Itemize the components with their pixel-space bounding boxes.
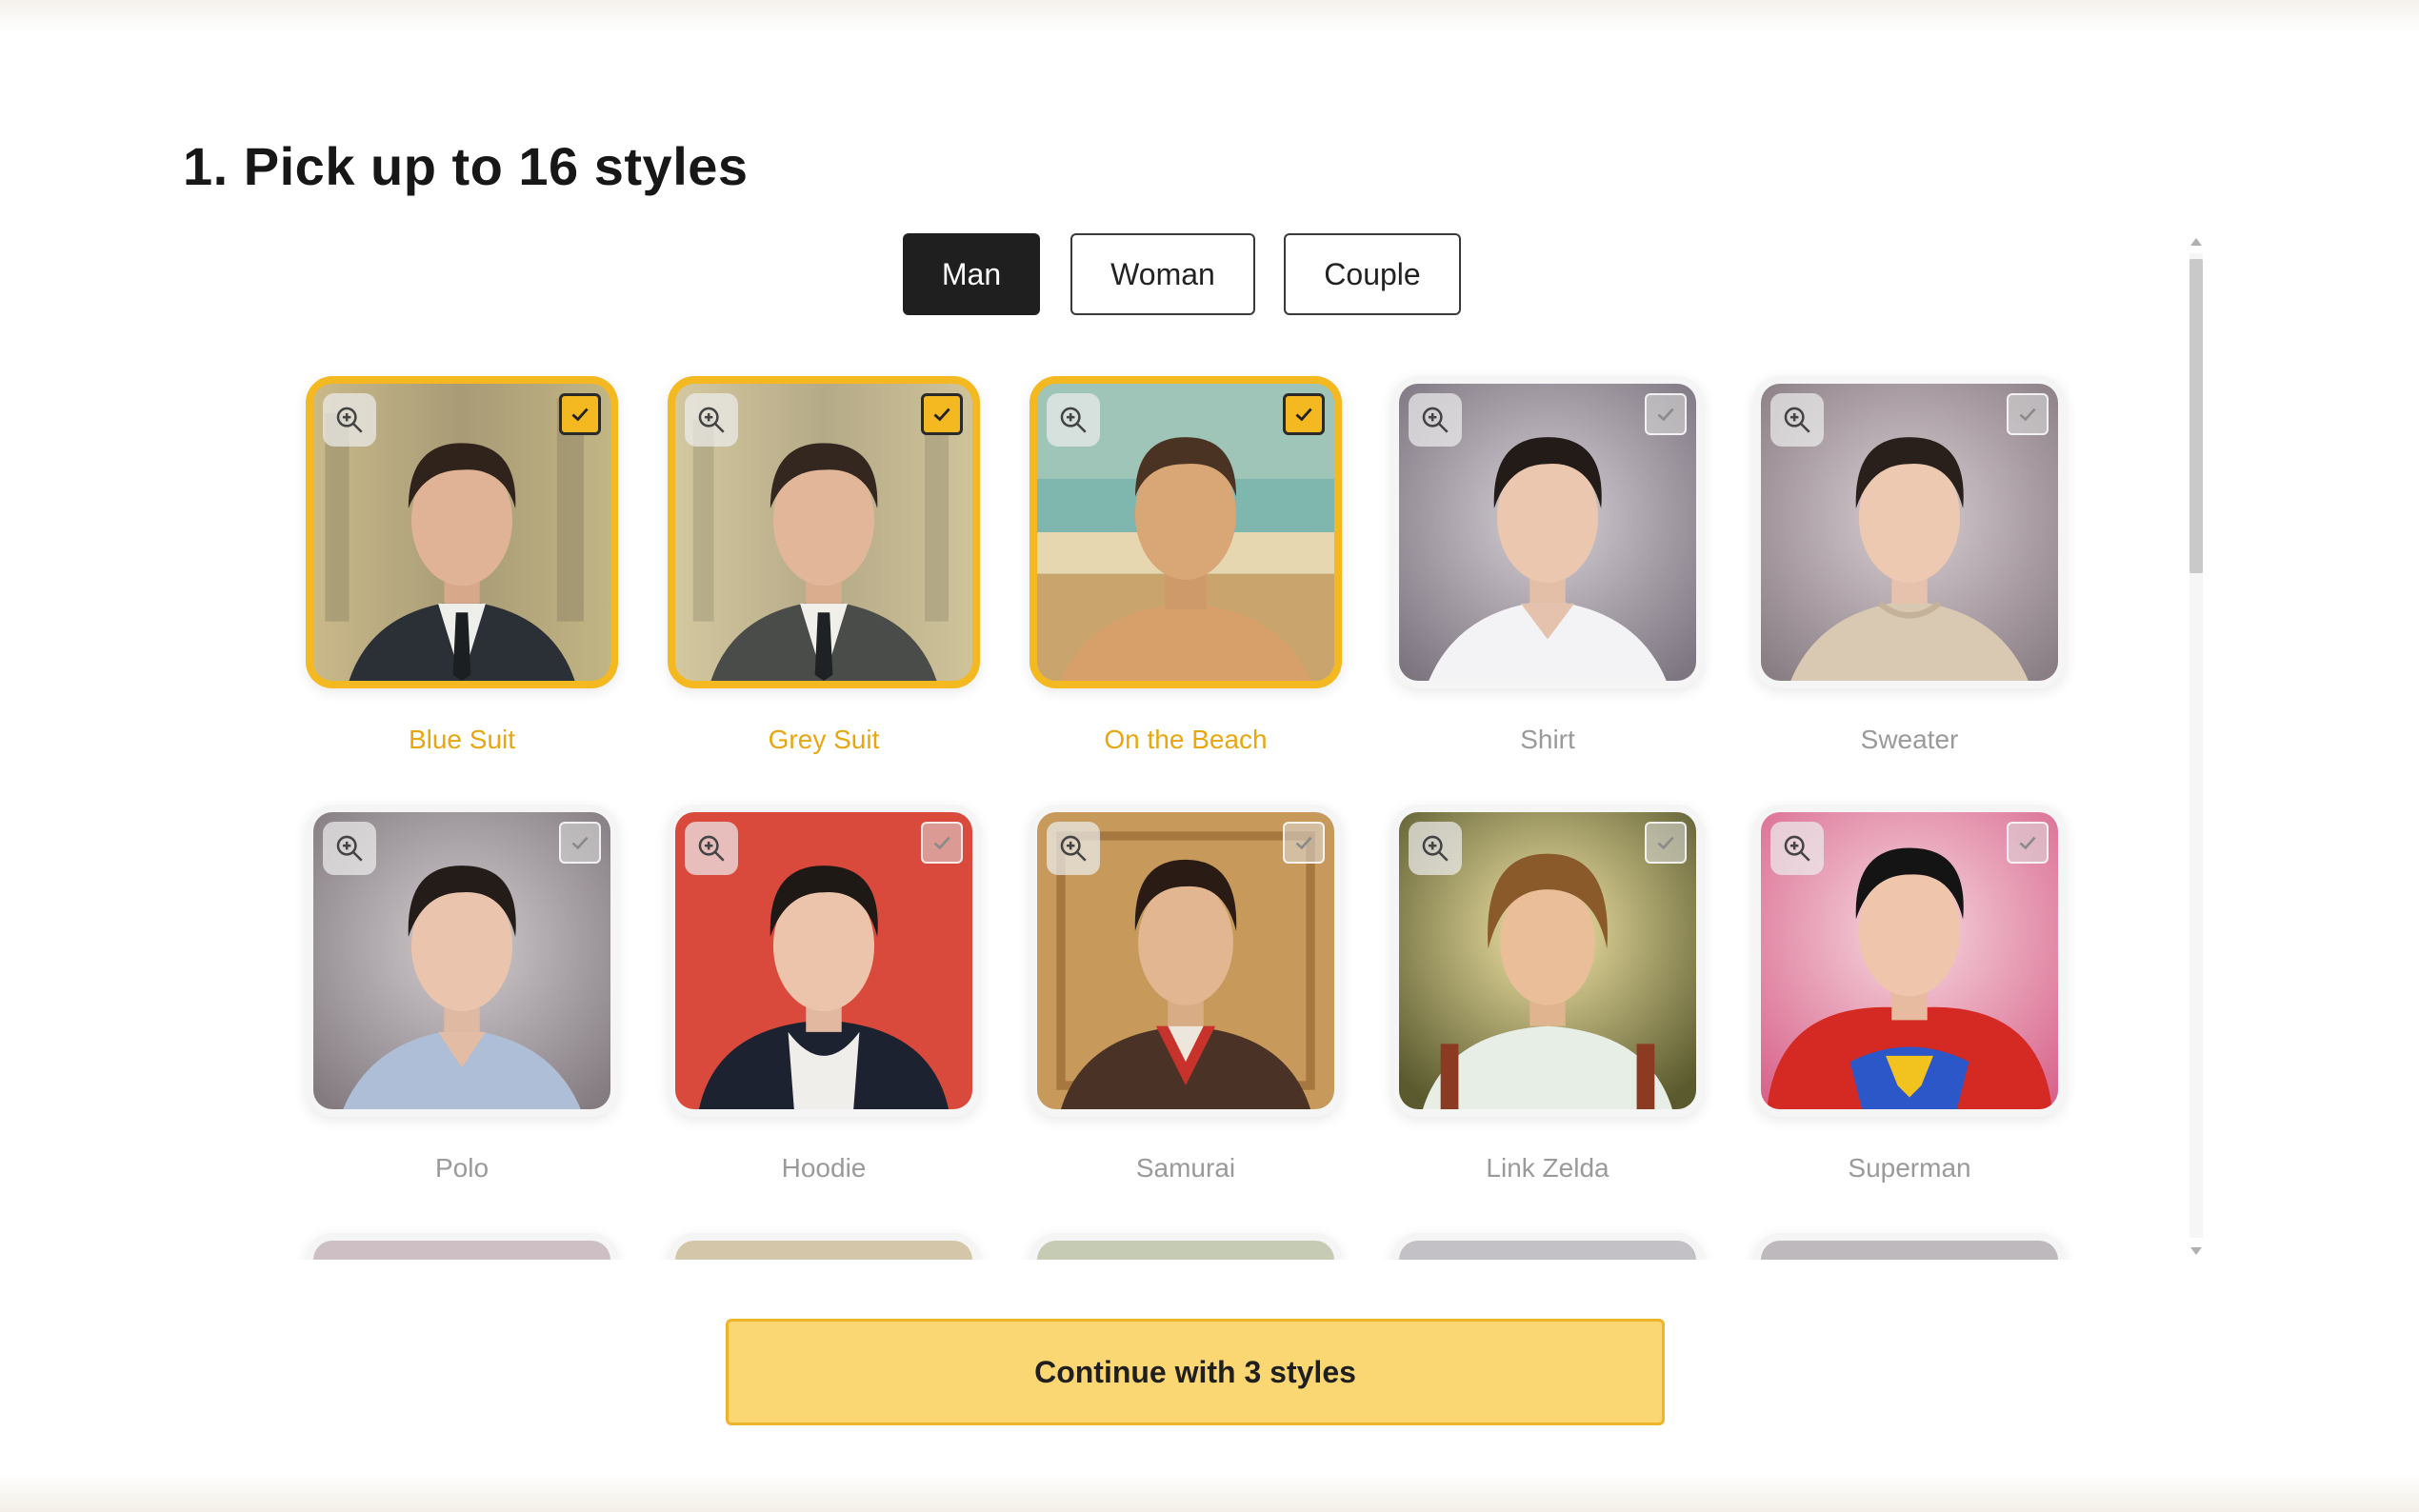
style-label: Superman [1848,1153,1971,1183]
style-thumbnail[interactable] [306,1233,618,1260]
style-thumbnail[interactable] [668,805,980,1117]
select-checkbox[interactable] [1645,822,1687,864]
page-title: 1. Pick up to 16 styles [183,136,749,196]
style-card-blue-suit[interactable]: Blue Suit [296,376,628,755]
zoom-button[interactable] [323,822,376,875]
check-icon [1657,836,1674,850]
scroll-down-icon[interactable] [2190,1247,2202,1255]
zoom-in-icon [1060,407,1087,433]
style-thumbnail[interactable] [1391,1233,1704,1260]
style-thumbnail[interactable] [668,376,980,688]
style-thumbnail[interactable] [1030,1233,1342,1260]
style-label: Blue Suit [408,725,516,754]
style-thumbnail[interactable] [1030,805,1342,1117]
zoom-button[interactable] [1409,822,1462,875]
bottom-fade [0,1474,2419,1512]
select-checkbox[interactable] [921,393,963,435]
tab-man[interactable]: Man [903,233,1040,315]
zoom-button[interactable] [1047,822,1100,875]
style-thumbnail[interactable] [1030,376,1342,688]
style-card-on-the-beach[interactable]: On the Beach [1020,376,1351,755]
styles-grid: Blue Suit Grey Suit On the Beach Shirt S… [276,367,2076,1260]
check-icon [571,408,589,422]
top-fade [0,0,2419,32]
style-card-shirt[interactable]: Shirt [1382,376,1713,755]
zoom-button[interactable] [685,393,738,447]
zoom-button[interactable] [323,393,376,447]
continue-button[interactable]: Continue with 3 styles [726,1319,1665,1425]
style-thumbnail[interactable] [1753,805,2066,1117]
scroll-thumb[interactable] [2189,259,2203,573]
check-icon [1657,408,1674,422]
check-icon [1295,408,1312,422]
zoom-button[interactable] [1047,393,1100,447]
style-thumbnail[interactable] [1391,805,1704,1117]
style-card-link-zelda[interactable]: Link Zelda [1382,805,1713,1184]
style-thumbnail[interactable] [306,805,618,1117]
style-thumbnail[interactable] [1391,376,1704,688]
zoom-in-icon [1784,835,1810,862]
zoom-button[interactable] [1409,393,1462,447]
scrollbar[interactable] [2186,236,2207,1257]
zoom-in-icon [1422,835,1449,862]
select-checkbox[interactable] [2007,393,2049,435]
style-thumbnail[interactable] [1753,376,2066,688]
style-card-row3-3[interactable] [1020,1233,1351,1260]
zoom-in-icon [336,835,363,862]
style-label: Hoodie [781,1153,867,1183]
style-thumbnail[interactable] [1753,1233,2066,1260]
select-checkbox[interactable] [559,822,601,864]
zoom-in-icon [698,407,725,433]
zoom-in-icon [1784,407,1810,433]
zoom-button[interactable] [1770,822,1824,875]
zoom-in-icon [1060,835,1087,862]
select-checkbox[interactable] [1283,822,1325,864]
tab-couple[interactable]: Couple [1284,233,1461,315]
select-checkbox[interactable] [1645,393,1687,435]
portrait-partial [1761,1241,2058,1260]
style-card-grey-suit[interactable]: Grey Suit [658,376,990,755]
check-icon [933,836,950,850]
zoom-in-icon [1422,407,1449,433]
style-card-row3-5[interactable] [1744,1233,2075,1260]
check-icon [2019,408,2036,422]
style-card-polo[interactable]: Polo [296,805,628,1184]
style-label: Shirt [1520,725,1575,754]
style-label: Sweater [1860,725,1959,754]
style-card-row3-4[interactable] [1382,1233,1713,1260]
check-icon [2019,836,2036,850]
zoom-in-icon [336,407,363,433]
style-card-row3-1[interactable] [296,1233,628,1260]
style-label: Samurai [1135,1153,1236,1183]
style-card-row3-2[interactable] [658,1233,990,1260]
check-icon [571,836,589,850]
style-label: On the Beach [1104,725,1268,754]
check-icon [933,408,950,422]
select-checkbox[interactable] [921,822,963,864]
style-card-samurai[interactable]: Samurai [1020,805,1351,1184]
scroll-up-icon[interactable] [2190,238,2202,246]
zoom-button[interactable] [685,822,738,875]
style-label: Grey Suit [768,725,880,754]
check-icon [1295,836,1312,850]
style-card-superman[interactable]: Superman [1744,805,2075,1184]
style-card-sweater[interactable]: Sweater [1744,376,2075,755]
style-card-hoodie[interactable]: Hoodie [658,805,990,1184]
style-thumbnail[interactable] [306,376,618,688]
select-checkbox[interactable] [1283,393,1325,435]
select-checkbox[interactable] [2007,822,2049,864]
select-checkbox[interactable] [559,393,601,435]
style-thumbnail[interactable] [668,1233,980,1260]
portrait-partial [313,1241,610,1260]
zoom-button[interactable] [1770,393,1824,447]
tab-woman[interactable]: Woman [1070,233,1255,315]
style-label: Link Zelda [1486,1153,1609,1183]
portrait-partial [675,1241,972,1260]
portrait-partial [1399,1241,1696,1260]
portrait-partial [1037,1241,1334,1260]
style-label: Polo [434,1153,490,1183]
zoom-in-icon [698,835,725,862]
